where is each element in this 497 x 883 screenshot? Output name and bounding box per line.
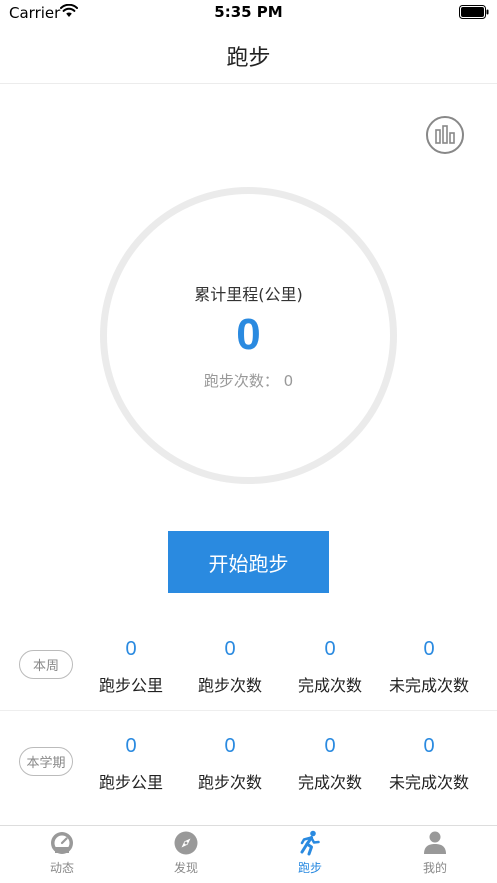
term-completed-value: 0 [324, 735, 336, 757]
term-stat-completed: 0 完成次数 [280, 733, 380, 793]
tab-discover-label: 发现 [173, 861, 198, 875]
term-stats-row: 本学期 0 跑步公里 0 跑步次数 0 完成次数 0 未完成次数 [0, 711, 497, 808]
term-incomplete-value: 0 [423, 735, 435, 757]
statistics-chart-icon[interactable] [425, 115, 465, 155]
term-completed-label: 完成次数 [297, 773, 362, 792]
week-distance-value: 0 [125, 638, 137, 660]
term-stat-distance: 0 跑步公里 [81, 733, 181, 793]
tab-running-label: 跑步 [297, 861, 322, 875]
term-stat-incomplete: 0 未完成次数 [379, 733, 479, 793]
total-distance-label: 累计里程(公里) [194, 285, 303, 304]
page-title: 跑步 [226, 46, 271, 71]
week-badge: 本周 [19, 650, 73, 679]
week-incomplete-label: 未完成次数 [388, 676, 469, 695]
tab-bar: 动态 发现 跑步 我的 [0, 825, 497, 883]
tab-profile-label: 我的 [422, 861, 447, 875]
person-icon [424, 831, 446, 854]
status-bar: Carrier 5:35 PM [0, 0, 497, 26]
week-incomplete-value: 0 [423, 638, 435, 660]
week-runs-value: 0 [224, 638, 236, 660]
compass-icon [174, 831, 198, 855]
battery-icon [459, 5, 489, 19]
week-stat-distance: 0 跑步公里 [81, 636, 181, 696]
runner-icon [300, 830, 320, 856]
tab-profile[interactable]: 我的 [373, 830, 497, 876]
clock: 5:35 PM [214, 3, 283, 21]
week-runs-label: 跑步次数 [197, 676, 262, 695]
week-completed-label: 完成次数 [297, 676, 362, 695]
term-stat-runs: 0 跑步次数 [180, 733, 280, 793]
tab-dynamics[interactable]: 动态 [0, 830, 124, 876]
start-run-button[interactable]: 开始跑步 [168, 531, 329, 593]
term-runs-label: 跑步次数 [197, 773, 262, 792]
term-badge: 本学期 [19, 747, 73, 776]
term-runs-value: 0 [224, 735, 236, 757]
speedometer-icon [51, 832, 73, 854]
term-distance-value: 0 [125, 735, 137, 757]
tab-running[interactable]: 跑步 [248, 830, 372, 876]
tab-discover[interactable]: 发现 [124, 830, 248, 876]
week-distance-label: 跑步公里 [98, 676, 163, 695]
total-distance-value: 0 [236, 310, 261, 359]
tab-dynamics-label: 动态 [49, 861, 74, 875]
week-completed-value: 0 [324, 638, 336, 660]
week-stats-row: 本周 0 跑步公里 0 跑步次数 0 完成次数 0 未完成次数 [0, 614, 497, 711]
term-incomplete-label: 未完成次数 [388, 773, 469, 792]
week-stat-runs: 0 跑步次数 [180, 636, 280, 696]
nav-bar: 跑步 [0, 26, 497, 84]
run-count-text: 跑步次数： 0 [203, 372, 294, 390]
term-distance-label: 跑步公里 [98, 773, 163, 792]
week-stat-incomplete: 0 未完成次数 [379, 636, 479, 696]
week-stat-completed: 0 完成次数 [280, 636, 380, 696]
